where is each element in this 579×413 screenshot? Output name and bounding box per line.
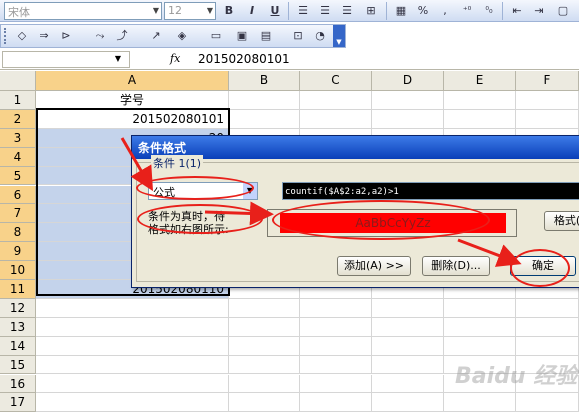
annotation-arrow-to-preview bbox=[204, 201, 274, 226]
watermark: Baidu 经验 bbox=[455, 364, 578, 389]
annotation-arrow-to-ok bbox=[457, 238, 522, 267]
annotation-arrow-to-type bbox=[120, 137, 154, 192]
annotation-arrows bbox=[120, 137, 522, 267]
